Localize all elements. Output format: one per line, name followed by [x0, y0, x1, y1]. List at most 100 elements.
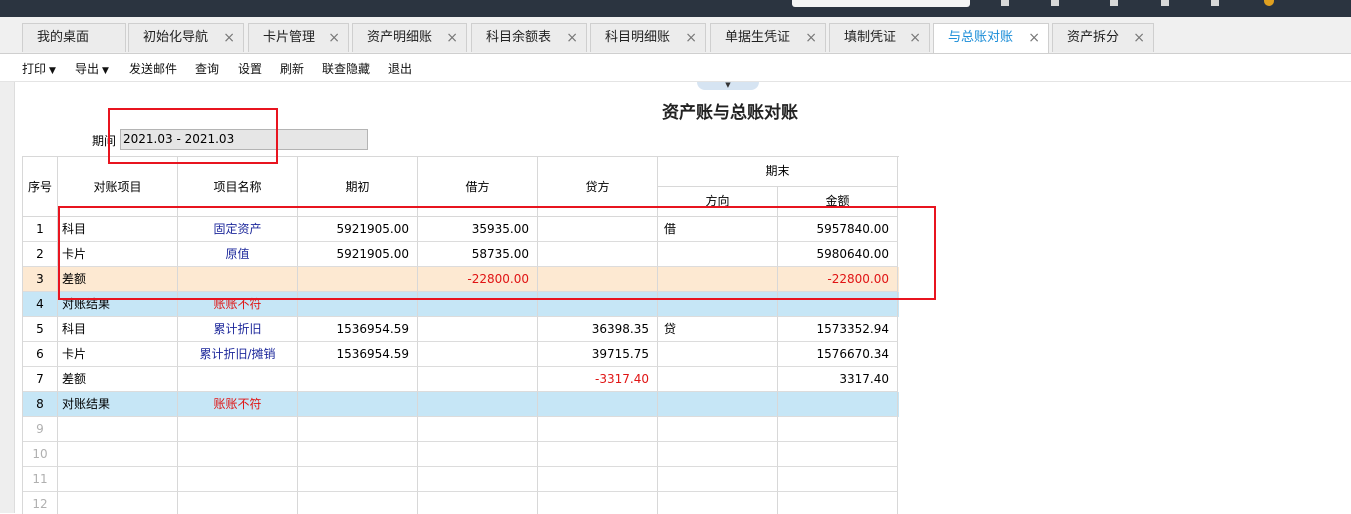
- tab-label: 与总账对账: [948, 30, 1014, 45]
- table-row[interactable]: 11: [23, 467, 899, 492]
- row-opening-cell: [298, 392, 418, 417]
- print-button[interactable]: 打印 ▼: [22, 60, 56, 77]
- table-row[interactable]: 10: [23, 442, 899, 467]
- row-debit-cell: [418, 317, 538, 342]
- row-direction-cell: [658, 467, 778, 492]
- row-opening-cell: 1536954.59: [298, 317, 418, 342]
- header-seq: 序号: [23, 157, 58, 217]
- row-name-cell: 累计折旧/摊销: [178, 342, 298, 367]
- caret-down-icon: ▼: [49, 66, 56, 76]
- query-button[interactable]: 查询: [195, 60, 219, 77]
- table-row[interactable]: 7 差额 -3317.40 3317.40: [23, 367, 899, 392]
- row-item-cell: 差额: [58, 267, 178, 292]
- close-icon[interactable]: ×: [328, 24, 340, 52]
- exit-button[interactable]: 退出: [388, 60, 412, 77]
- row-debit-cell: 58735.00: [418, 242, 538, 267]
- period-field[interactable]: 2021.03 - 2021.03: [120, 129, 368, 150]
- row-credit-cell: -3317.40: [538, 367, 658, 392]
- row-direction-cell: [658, 442, 778, 467]
- table-row[interactable]: 8 对账结果 账账不符: [23, 392, 899, 417]
- row-seq-cell: 9: [23, 417, 58, 442]
- row-opening-cell: [298, 492, 418, 514]
- settings-button[interactable]: 设置: [238, 60, 262, 77]
- row-seq-cell: 1: [23, 217, 58, 242]
- row-credit-cell: [538, 392, 658, 417]
- header-item: 对账项目: [58, 157, 178, 217]
- send-mail-button[interactable]: 发送邮件: [129, 60, 177, 77]
- row-amount-cell: [778, 292, 898, 317]
- row-item-cell: 卡片: [58, 242, 178, 267]
- close-icon[interactable]: ×: [223, 24, 235, 52]
- tab-asset-split[interactable]: 资产拆分 ×: [1052, 23, 1154, 52]
- close-icon[interactable]: ×: [566, 24, 578, 52]
- top-bar-icon[interactable]: [1001, 0, 1009, 6]
- table-row[interactable]: 3 差额 -22800.00 -22800.00: [23, 267, 899, 292]
- export-label: 导出: [75, 62, 100, 76]
- table-row[interactable]: 12: [23, 492, 899, 514]
- row-name-cell: [178, 467, 298, 492]
- row-seq-cell: 4: [23, 292, 58, 317]
- row-name-cell: 原值: [178, 242, 298, 267]
- header-ending: 期末: [658, 157, 898, 187]
- row-direction-cell: [658, 392, 778, 417]
- row-seq-cell: 6: [23, 342, 58, 367]
- tab-init-nav[interactable]: 初始化导航 ×: [128, 23, 244, 52]
- export-button[interactable]: 导出 ▼: [75, 60, 109, 77]
- row-item-cell: 对账结果: [58, 292, 178, 317]
- close-icon[interactable]: ×: [446, 24, 458, 52]
- row-amount-cell: 5980640.00: [778, 242, 898, 267]
- close-icon[interactable]: ×: [685, 24, 697, 52]
- row-seq-cell: 2: [23, 242, 58, 267]
- row-credit-cell: [538, 467, 658, 492]
- left-panel-strip: [0, 82, 15, 513]
- tab-card-management[interactable]: 卡片管理 ×: [248, 23, 349, 52]
- tab-desktop[interactable]: 我的桌面: [22, 23, 126, 52]
- row-direction-cell: 借: [658, 217, 778, 242]
- toolbar: 打印 ▼ 导出 ▼ 发送邮件 查询 设置 刷新 联查隐藏 退出: [0, 54, 1351, 82]
- refresh-button[interactable]: 刷新: [280, 60, 304, 77]
- app-top-bar: [0, 0, 1351, 17]
- row-debit-cell: [418, 417, 538, 442]
- close-icon[interactable]: ×: [909, 24, 921, 52]
- tab-asset-ledger[interactable]: 资产明细账 ×: [352, 23, 467, 52]
- header-amount: 金额: [778, 187, 898, 217]
- row-direction-cell: [658, 417, 778, 442]
- table-row[interactable]: 6 卡片 累计折旧/摊销 1536954.59 39715.75 1576670.34: [23, 342, 899, 367]
- tab-account-detail[interactable]: 科目明细账 ×: [590, 23, 706, 52]
- top-search-box[interactable]: [792, 0, 970, 7]
- close-icon[interactable]: ×: [1028, 24, 1040, 52]
- row-name-cell: [178, 267, 298, 292]
- tab-account-balance[interactable]: 科目余额表 ×: [471, 23, 587, 52]
- row-direction-cell: [658, 242, 778, 267]
- report-title: 资产账与总账对账: [662, 103, 798, 123]
- link-hide-button[interactable]: 联查隐藏: [322, 60, 370, 77]
- top-bar-icon[interactable]: [1051, 0, 1059, 6]
- table-row[interactable]: 2 卡片 原值 5921905.00 58735.00 5980640.00: [23, 242, 899, 267]
- collapse-arrow-icon[interactable]: ▼: [697, 82, 759, 90]
- table-row[interactable]: 1 科目 固定资产 5921905.00 35935.00 借 5957840.00: [23, 217, 899, 242]
- top-bar-icon[interactable]: [1161, 0, 1169, 6]
- row-amount-cell: [778, 417, 898, 442]
- tab-label: 我的桌面: [37, 30, 90, 45]
- row-debit-cell: 35935.00: [418, 217, 538, 242]
- row-credit-cell: 36398.35: [538, 317, 658, 342]
- user-avatar[interactable]: [1264, 0, 1274, 6]
- header-opening: 期初: [298, 157, 418, 217]
- row-amount-cell: -22800.00: [778, 267, 898, 292]
- tab-voucher-from-doc[interactable]: 单据生凭证 ×: [710, 23, 826, 52]
- row-debit-cell: [418, 467, 538, 492]
- row-amount-cell: [778, 442, 898, 467]
- top-bar-icon[interactable]: [1110, 0, 1118, 6]
- table-row[interactable]: 5 科目 累计折旧 1536954.59 36398.35 贷 1573352.94: [23, 317, 899, 342]
- row-opening-cell: [298, 292, 418, 317]
- tab-fill-voucher[interactable]: 填制凭证 ×: [829, 23, 930, 52]
- close-icon[interactable]: ×: [805, 24, 817, 52]
- table-row[interactable]: 4 对账结果 账账不符: [23, 292, 899, 317]
- table-row[interactable]: 9: [23, 417, 899, 442]
- row-item-cell: 差额: [58, 367, 178, 392]
- close-icon[interactable]: ×: [1133, 24, 1145, 52]
- top-bar-icon[interactable]: [1211, 0, 1219, 6]
- row-name-cell: 账账不符: [178, 392, 298, 417]
- row-opening-cell: [298, 442, 418, 467]
- tab-reconcile-gl[interactable]: 与总账对账 ×: [933, 23, 1049, 53]
